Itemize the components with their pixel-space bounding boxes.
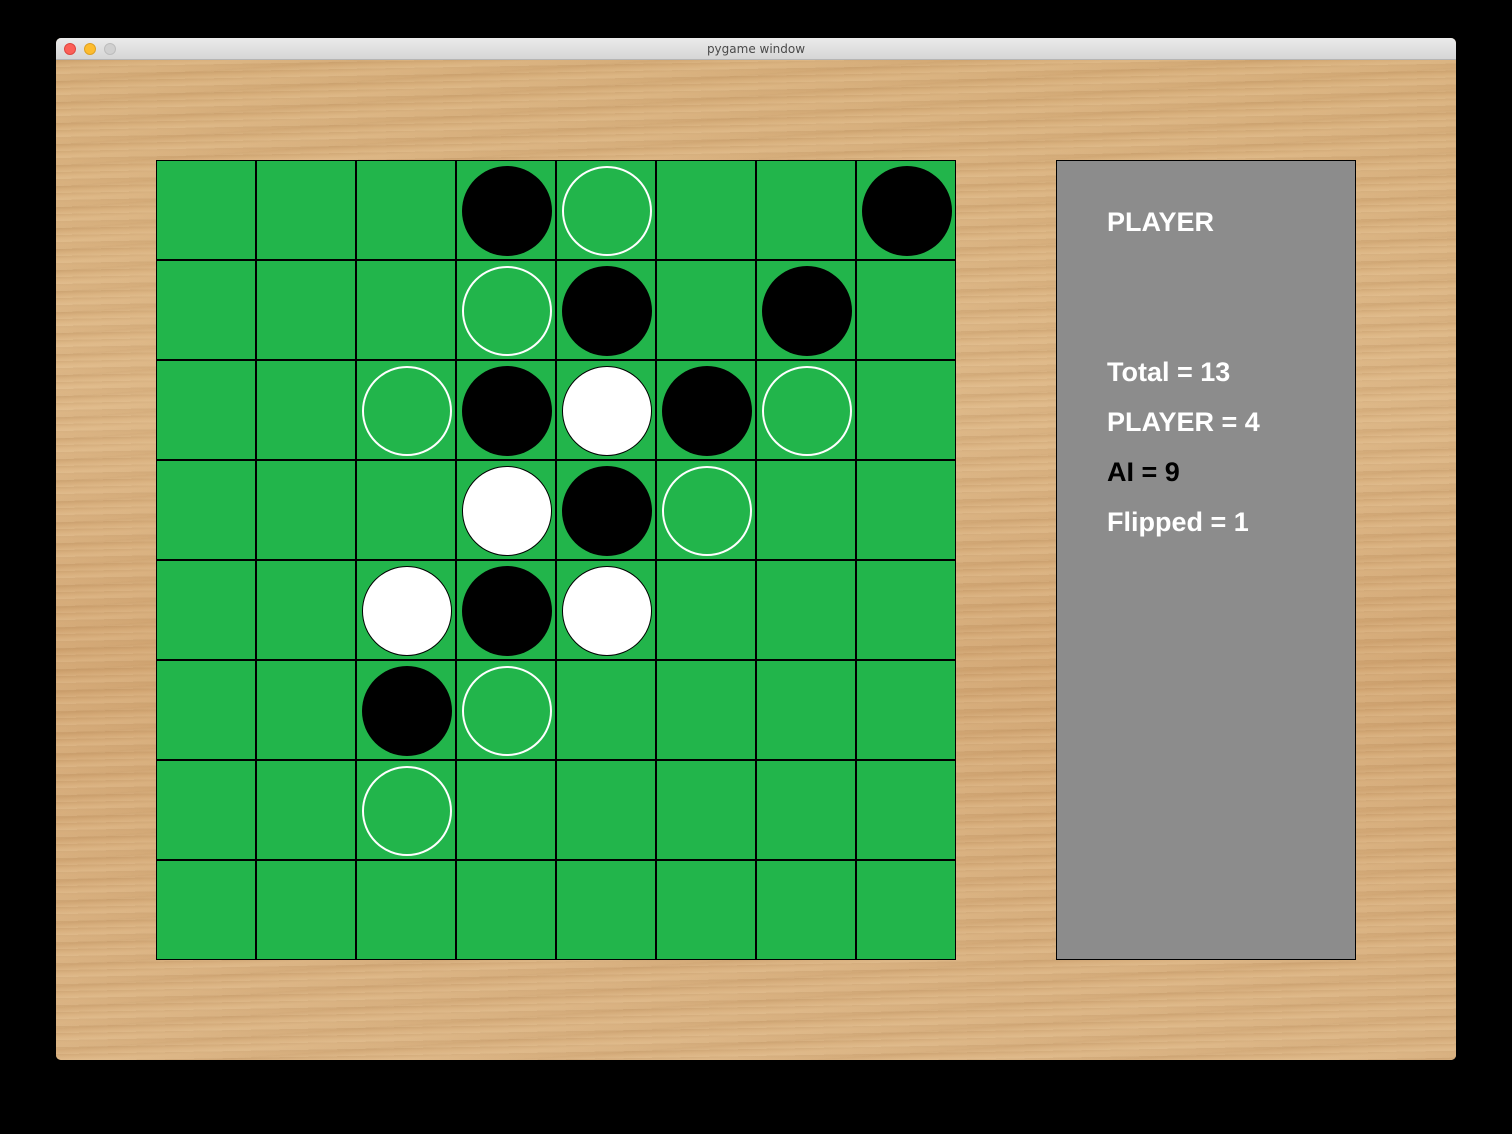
black-disc xyxy=(562,266,652,356)
board-cell-2-5[interactable] xyxy=(656,360,756,460)
board-cell-0-3[interactable] xyxy=(456,160,556,260)
board-cell-0-1[interactable] xyxy=(256,160,356,260)
board-cell-7-5[interactable] xyxy=(656,860,756,960)
board-cell-4-1[interactable] xyxy=(256,560,356,660)
board-cell-6-0[interactable] xyxy=(156,760,256,860)
board-cell-3-1[interactable] xyxy=(256,460,356,560)
othello-board[interactable] xyxy=(156,160,956,960)
board-cell-4-5[interactable] xyxy=(656,560,756,660)
board-cell-7-3[interactable] xyxy=(456,860,556,960)
black-disc xyxy=(762,266,852,356)
board-cell-5-3[interactable] xyxy=(456,660,556,760)
board-cell-1-1[interactable] xyxy=(256,260,356,360)
board-cell-7-6[interactable] xyxy=(756,860,856,960)
board-cell-6-5[interactable] xyxy=(656,760,756,860)
board-cell-3-0[interactable] xyxy=(156,460,256,560)
board-cell-4-2[interactable] xyxy=(356,560,456,660)
board-cell-2-4[interactable] xyxy=(556,360,656,460)
board-cell-6-4[interactable] xyxy=(556,760,656,860)
board-cell-3-2[interactable] xyxy=(356,460,456,560)
board-cell-0-5[interactable] xyxy=(656,160,756,260)
valid-move-hint[interactable] xyxy=(462,266,552,356)
board-cell-6-6[interactable] xyxy=(756,760,856,860)
board-cell-4-6[interactable] xyxy=(756,560,856,660)
board-cell-7-2[interactable] xyxy=(356,860,456,960)
board-cell-1-6[interactable] xyxy=(756,260,856,360)
board-cell-6-1[interactable] xyxy=(256,760,356,860)
board-cell-5-6[interactable] xyxy=(756,660,856,760)
board-cell-2-2[interactable] xyxy=(356,360,456,460)
flipped-count: Flipped = 1 xyxy=(1107,507,1249,537)
valid-move-hint[interactable] xyxy=(362,766,452,856)
white-disc xyxy=(362,566,452,656)
board-cell-3-3[interactable] xyxy=(456,460,556,560)
board-cell-5-5[interactable] xyxy=(656,660,756,760)
total-count: Total = 13 xyxy=(1107,357,1231,387)
board-cell-5-2[interactable] xyxy=(356,660,456,760)
white-disc xyxy=(562,366,652,456)
board-cell-2-0[interactable] xyxy=(156,360,256,460)
board-cell-3-5[interactable] xyxy=(656,460,756,560)
board-cell-0-6[interactable] xyxy=(756,160,856,260)
board-cell-4-3[interactable] xyxy=(456,560,556,660)
board-cell-4-0[interactable] xyxy=(156,560,256,660)
board-cell-7-7[interactable] xyxy=(856,860,956,960)
game-window: pygame window PLAYER Total = 13 PLAYER =… xyxy=(56,38,1456,1060)
board-cell-3-4[interactable] xyxy=(556,460,656,560)
valid-move-hint[interactable] xyxy=(462,666,552,756)
player-score: PLAYER = 4 xyxy=(1107,407,1260,437)
board-cell-5-4[interactable] xyxy=(556,660,656,760)
board-cell-7-4[interactable] xyxy=(556,860,656,960)
title-bar: pygame window xyxy=(56,38,1456,60)
black-disc xyxy=(562,466,652,556)
board-cell-3-6[interactable] xyxy=(756,460,856,560)
board-cell-6-2[interactable] xyxy=(356,760,456,860)
black-disc xyxy=(662,366,752,456)
score-panel: PLAYER Total = 13 PLAYER = 4 AI = 9 Flip… xyxy=(1056,160,1356,960)
board-cell-5-1[interactable] xyxy=(256,660,356,760)
valid-move-hint[interactable] xyxy=(762,366,852,456)
board-cell-2-1[interactable] xyxy=(256,360,356,460)
black-disc xyxy=(462,566,552,656)
board-cell-0-2[interactable] xyxy=(356,160,456,260)
white-disc xyxy=(462,466,552,556)
board-cell-1-2[interactable] xyxy=(356,260,456,360)
board-cell-4-7[interactable] xyxy=(856,560,956,660)
board-cell-1-4[interactable] xyxy=(556,260,656,360)
board-cell-2-7[interactable] xyxy=(856,360,956,460)
board-cell-6-3[interactable] xyxy=(456,760,556,860)
black-disc xyxy=(462,166,552,256)
board-cell-7-0[interactable] xyxy=(156,860,256,960)
ai-score: AI = 9 xyxy=(1107,457,1180,487)
board-cell-1-5[interactable] xyxy=(656,260,756,360)
white-disc xyxy=(562,566,652,656)
valid-move-hint[interactable] xyxy=(662,466,752,556)
black-disc xyxy=(862,166,952,256)
board-cell-1-3[interactable] xyxy=(456,260,556,360)
board-cell-6-7[interactable] xyxy=(856,760,956,860)
black-disc xyxy=(362,666,452,756)
board-cell-1-0[interactable] xyxy=(156,260,256,360)
valid-move-hint[interactable] xyxy=(362,366,452,456)
board-cell-2-3[interactable] xyxy=(456,360,556,460)
board-cell-5-7[interactable] xyxy=(856,660,956,760)
board-cell-0-7[interactable] xyxy=(856,160,956,260)
wood-background: PLAYER Total = 13 PLAYER = 4 AI = 9 Flip… xyxy=(56,60,1456,1060)
board-cell-2-6[interactable] xyxy=(756,360,856,460)
board-cell-1-7[interactable] xyxy=(856,260,956,360)
board-cell-7-1[interactable] xyxy=(256,860,356,960)
current-turn-label: PLAYER xyxy=(1107,207,1215,237)
board-cell-0-0[interactable] xyxy=(156,160,256,260)
board-cell-5-0[interactable] xyxy=(156,660,256,760)
board-cell-0-4[interactable] xyxy=(556,160,656,260)
board-cell-4-4[interactable] xyxy=(556,560,656,660)
board-cell-3-7[interactable] xyxy=(856,460,956,560)
black-disc xyxy=(462,366,552,456)
valid-move-hint[interactable] xyxy=(562,166,652,256)
window-title: pygame window xyxy=(706,42,806,56)
